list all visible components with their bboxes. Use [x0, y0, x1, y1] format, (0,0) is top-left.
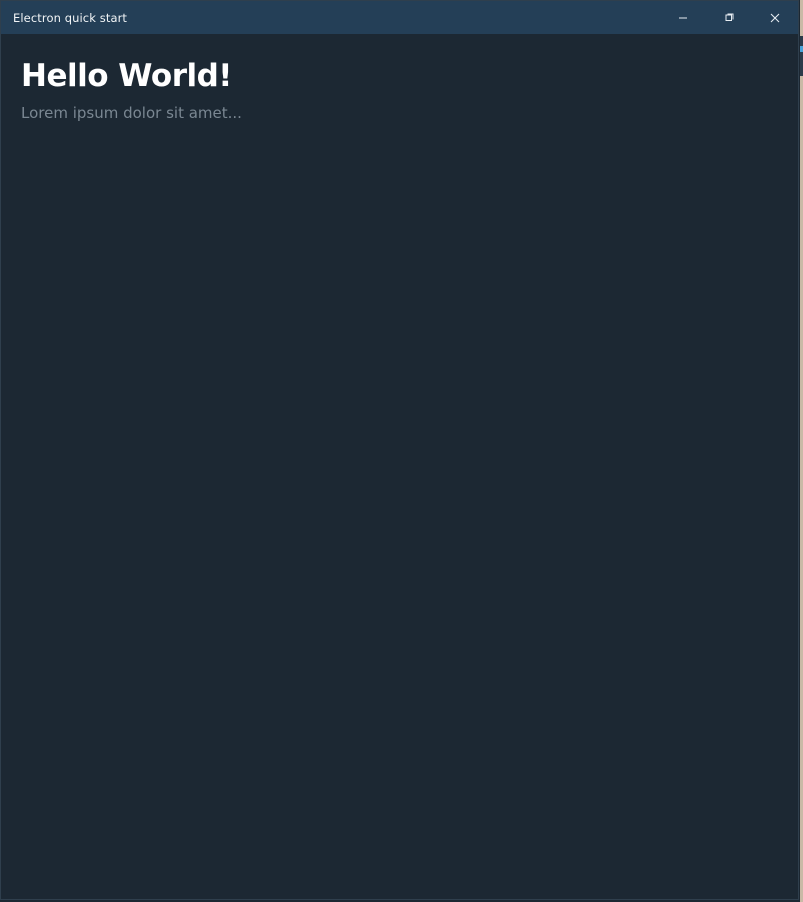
- restore-icon: [725, 13, 734, 21]
- minimize-icon: [679, 17, 687, 18]
- close-button[interactable]: [752, 1, 798, 34]
- title-bar[interactable]: Electron quick start: [1, 1, 798, 34]
- window-title: Electron quick start: [13, 10, 128, 25]
- lead-paragraph: Lorem ipsum dolor sit amet...: [21, 104, 242, 122]
- page-heading: Hello World!: [21, 58, 232, 94]
- page-content: Hello World! Lorem ipsum dolor sit amet.…: [1, 34, 798, 142]
- close-icon: [770, 13, 780, 22]
- app-window: Electron quick start Hello World! Lorem …: [0, 0, 799, 900]
- window-controls: [660, 1, 798, 34]
- minimize-button[interactable]: [660, 1, 706, 34]
- restore-button[interactable]: [706, 1, 752, 34]
